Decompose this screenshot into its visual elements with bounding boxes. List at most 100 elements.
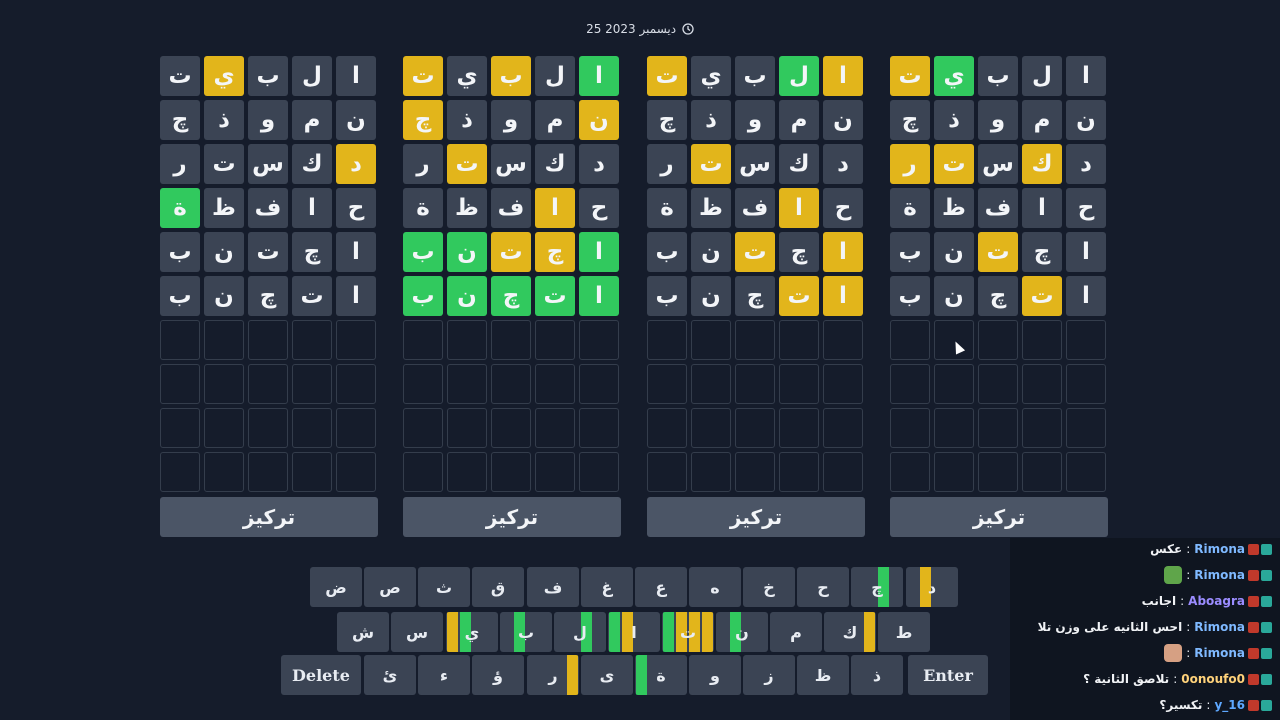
key-label: ه: [710, 577, 720, 597]
keyboard-key[interactable]: غ: [581, 567, 633, 607]
keyboard-key[interactable]: ؤ: [472, 655, 524, 695]
keyboard-key[interactable]: ح: [797, 567, 849, 607]
focus-button[interactable]: تركيز: [890, 497, 1108, 537]
letter-tile: ت: [160, 56, 200, 96]
letter-tile: د: [579, 144, 619, 184]
keyboard-key[interactable]: ز: [743, 655, 795, 695]
letter-tile: س: [491, 144, 531, 184]
keyboard-key[interactable]: ق: [472, 567, 524, 607]
letter-tile: ا: [336, 56, 376, 96]
keyboard-key[interactable]: ة: [635, 655, 687, 695]
keyboard-key[interactable]: ي: [446, 612, 498, 652]
delete-key[interactable]: Delete: [281, 655, 361, 695]
letter-tile: ت: [691, 144, 731, 184]
clock-icon: [682, 23, 694, 35]
keyboard-key[interactable]: ط: [878, 612, 930, 652]
empty-tile: [491, 452, 531, 492]
board-status-mark: [864, 612, 875, 652]
letter-tile: ح: [579, 188, 619, 228]
key-label: ك: [842, 622, 858, 642]
keyboard-key[interactable]: ل: [554, 612, 606, 652]
chat-separator: :: [1173, 672, 1178, 686]
keyboard-key[interactable]: ن: [716, 612, 768, 652]
chat-username[interactable]: Rimona: [1194, 568, 1245, 582]
empty-tile: [204, 452, 244, 492]
chat-username[interactable]: 0onoufo0: [1181, 672, 1245, 686]
empty-tile: [336, 364, 376, 404]
enter-key[interactable]: Enter: [908, 655, 988, 695]
keyboard-key[interactable]: ص: [364, 567, 416, 607]
letter-tile: ك: [1022, 144, 1062, 184]
empty-tile: [491, 320, 531, 360]
letter-tile: ذ: [204, 100, 244, 140]
keyboard-key[interactable]: م: [770, 612, 822, 652]
letter-tile: ي: [447, 56, 487, 96]
focus-button[interactable]: تركيز: [647, 497, 865, 537]
letter-tile: ة: [890, 188, 930, 228]
keyboard-key[interactable]: ف: [527, 567, 579, 607]
empty-tile: [447, 364, 487, 404]
key-label: ؤ: [493, 665, 503, 685]
keyboard-key[interactable]: ب: [500, 612, 552, 652]
board-1: ت ي ب ل ا چ ذ و م ن ر ت س ك د ة ظ ف ا ح ب ن ت چ ا ب ن چ ت ا تركيز: [160, 56, 378, 537]
letter-tile: ح: [823, 188, 863, 228]
keyboard-key[interactable]: س: [391, 612, 443, 652]
letter-tile: ظ: [691, 188, 731, 228]
empty-tile: [535, 320, 575, 360]
keyboard-key[interactable]: و: [689, 655, 741, 695]
keyboard-key[interactable]: ا: [608, 612, 660, 652]
keyboard-key[interactable]: خ: [743, 567, 795, 607]
keyboard-key[interactable]: ض: [310, 567, 362, 607]
empty-tile: [336, 320, 376, 360]
badge-icons: [1248, 699, 1272, 711]
focus-button[interactable]: تركيز: [160, 497, 378, 537]
chat-badge-icon: [1261, 595, 1272, 607]
chat-separator: :: [1186, 620, 1191, 634]
keyboard-key[interactable]: چ: [851, 567, 903, 607]
keyboard-key[interactable]: ت: [662, 612, 714, 652]
empty-tile: [779, 408, 819, 448]
letter-tile: ة: [647, 188, 687, 228]
letter-tile: ك: [779, 144, 819, 184]
focus-button[interactable]: تركيز: [403, 497, 621, 537]
keyboard-key[interactable]: ذ: [851, 655, 903, 695]
keyboard-key[interactable]: ظ: [797, 655, 849, 695]
chat-message: Rimona:: [1164, 564, 1272, 586]
letter-tile: ح: [1066, 188, 1106, 228]
empty-tile: [292, 320, 332, 360]
chat-username[interactable]: Rimona: [1194, 646, 1245, 660]
letter-tile: ت: [447, 144, 487, 184]
empty-tile: [647, 408, 687, 448]
letter-tile: ت: [292, 276, 332, 316]
keyboard-key[interactable]: ك: [824, 612, 876, 652]
keyboard-key[interactable]: ء: [418, 655, 470, 695]
keyboard-key[interactable]: ش: [337, 612, 389, 652]
letter-tile: ن: [447, 276, 487, 316]
keyboard-key[interactable]: ع: [635, 567, 687, 607]
empty-tile: [735, 364, 775, 404]
keyboard-key[interactable]: د: [906, 567, 958, 607]
chat-username[interactable]: Aboagra: [1188, 594, 1245, 608]
badge-icons: [1248, 647, 1272, 659]
keyboard-key[interactable]: ث: [418, 567, 470, 607]
chat-username[interactable]: y_16: [1214, 698, 1245, 712]
keyboard-key[interactable]: ى: [581, 655, 633, 695]
empty-tile: [336, 408, 376, 448]
letter-tile: و: [735, 100, 775, 140]
chat-username[interactable]: Rimona: [1194, 542, 1245, 556]
key-label: ر: [548, 665, 558, 685]
key-label: د: [927, 577, 937, 597]
empty-tile: [691, 364, 731, 404]
letter-tile: ف: [248, 188, 288, 228]
letter-tile: ب: [978, 56, 1018, 96]
empty-tile: [491, 408, 531, 448]
keyboard-key[interactable]: ر: [527, 655, 579, 695]
empty-tile: [336, 452, 376, 492]
letter-tile: م: [779, 100, 819, 140]
keyboard-key[interactable]: ه: [689, 567, 741, 607]
board-grid: تيبلاچذومنرتسكدةظفاحبنتچابنچتا: [890, 56, 1108, 492]
keyboard-key[interactable]: ئ: [364, 655, 416, 695]
empty-tile: [579, 364, 619, 404]
chat-username[interactable]: Rimona: [1194, 620, 1245, 634]
empty-tile: [1022, 364, 1062, 404]
